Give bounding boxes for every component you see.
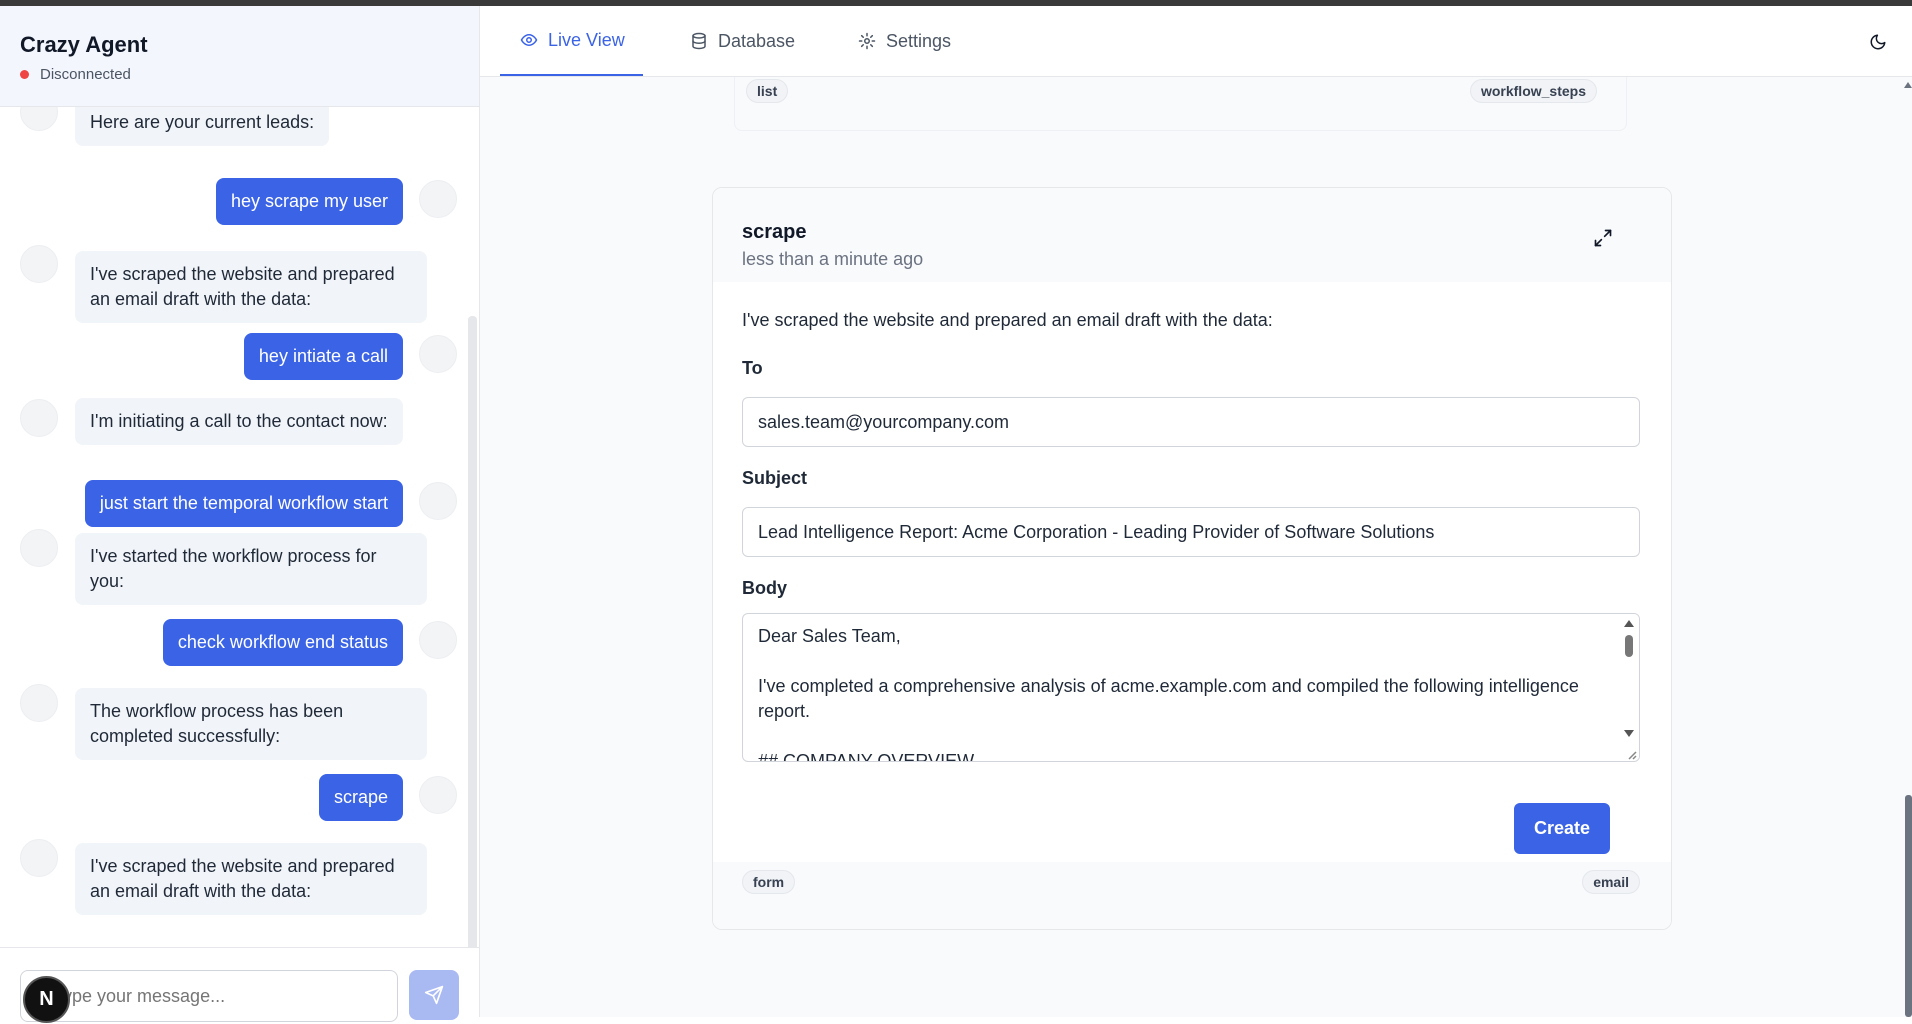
status-dot-icon [20, 70, 29, 79]
chat-messages[interactable]: Here are your current leads: hey scrape … [0, 107, 470, 947]
user-avatar [419, 482, 457, 520]
status-label: Disconnected [40, 66, 131, 83]
scrollbar-arrows-icon [1624, 620, 1637, 760]
body-field[interactable]: Dear Sales Team, I've completed a compre… [742, 613, 1640, 762]
send-button[interactable] [409, 970, 459, 1020]
agent-message: I've scraped the website and prepared an… [75, 251, 427, 323]
send-icon [424, 985, 444, 1005]
expand-button[interactable] [1589, 224, 1617, 252]
card-tag-type: form [742, 870, 796, 894]
user-avatar [419, 180, 457, 218]
eye-icon [520, 34, 538, 46]
agent-avatar [20, 399, 58, 437]
theme-toggle-button[interactable] [1866, 30, 1890, 54]
sidebar-header: Crazy Agent Disconnected [0, 6, 479, 107]
gear-icon [858, 32, 876, 50]
scroll-up-arrow-icon[interactable] [1904, 82, 1912, 88]
subject-field[interactable] [742, 507, 1640, 557]
live-view-panel[interactable]: list workflow_steps scrape less than a m… [480, 77, 1912, 1017]
agent-message: I've scraped the website and prepared an… [75, 843, 427, 915]
agent-message: I've started the workflow process for yo… [75, 533, 427, 605]
card-tag-type: list [746, 79, 789, 103]
tab-database[interactable]: Database [690, 6, 795, 76]
chat-scrollbar[interactable] [468, 316, 477, 951]
tab-bar: Live View Database Settings [480, 6, 1912, 77]
agent-message: Here are your current leads: [75, 107, 330, 146]
agent-avatar [20, 529, 58, 567]
expand-icon [1594, 229, 1612, 247]
user-message: check workflow end status [162, 619, 403, 666]
create-button[interactable]: Create [1514, 803, 1610, 854]
subject-label: Subject [742, 468, 808, 488]
card-title: scrape [742, 221, 807, 243]
database-icon [692, 32, 706, 50]
user-message: just start the temporal workflow start [84, 480, 403, 527]
agent-avatar [20, 245, 58, 283]
user-avatar [419, 335, 457, 373]
user-message: hey scrape my user [215, 178, 403, 225]
body-text: Dear Sales Team, I've completed a compre… [758, 626, 1579, 762]
tab-live-view[interactable]: Live View [500, 6, 643, 76]
tab-label: Live View [548, 29, 625, 50]
agent-avatar [20, 684, 58, 722]
card-tag-category: email [1582, 870, 1640, 894]
to-field[interactable] [742, 397, 1640, 447]
card-timestamp: less than a minute ago [742, 249, 924, 269]
agent-avatar [20, 107, 58, 131]
user-message: hey intiate a call [243, 333, 403, 380]
body-scrollbar[interactable] [1619, 614, 1639, 761]
agent-message: I'm initiating a call to the contact now… [75, 398, 403, 445]
card-intro-text: I've scraped the website and prepared an… [742, 310, 1273, 330]
previous-card: list workflow_steps [734, 77, 1627, 131]
card-footer: form email [713, 862, 1671, 929]
connection-status: Disconnected [20, 66, 131, 83]
user-message: scrape [318, 774, 403, 821]
message-input[interactable] [20, 970, 398, 1022]
main-scrollbar[interactable] [1905, 795, 1912, 1017]
user-avatar [419, 621, 457, 659]
body-label: Body [742, 578, 787, 598]
to-label: To [742, 358, 763, 378]
agent-avatar [20, 839, 58, 877]
tab-label: Settings [886, 30, 952, 51]
moon-icon [1870, 34, 1886, 50]
message-composer [0, 947, 479, 1024]
card-header: scrape less than a minute ago [713, 188, 1671, 282]
agent-message: The workflow process has been completed … [75, 688, 427, 760]
email-form-card: scrape less than a minute ago I've scrap… [712, 187, 1672, 930]
app-title: Crazy Agent [20, 32, 148, 57]
card-tag-category: workflow_steps [1469, 79, 1597, 103]
chat-sidebar: Crazy Agent Disconnected Here are your c… [0, 6, 480, 1024]
tab-settings[interactable]: Settings [858, 6, 951, 76]
tab-label: Database [718, 30, 796, 51]
dev-badge[interactable]: N [23, 976, 70, 1023]
user-avatar [419, 776, 457, 814]
